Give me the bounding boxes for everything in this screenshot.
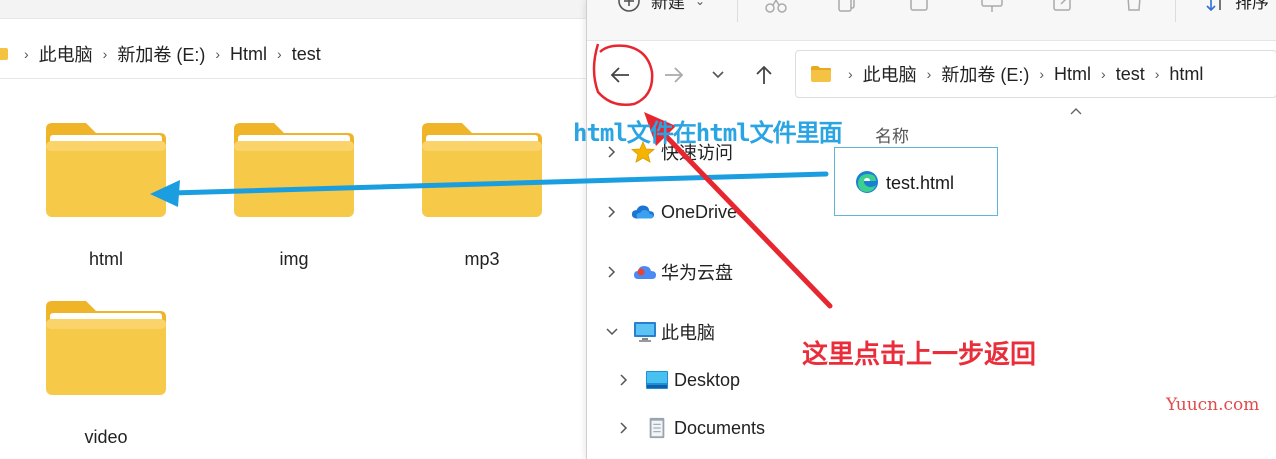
folder-img[interactable]: img	[219, 119, 369, 279]
monitor-icon	[634, 322, 656, 342]
breadcrumb-html-root[interactable]: Html	[1054, 64, 1091, 85]
add-circle-icon	[618, 0, 640, 12]
chevron-right-icon: ›	[102, 46, 108, 62]
cloud-icon	[631, 205, 655, 219]
chevron-down-icon: ⌄	[695, 0, 706, 8]
left-explorer-window: › 此电脑 › 新加卷 (E:) › Html › test html img …	[0, 0, 590, 459]
chevron-right-icon: ›	[215, 46, 221, 62]
file-name: test.html	[886, 173, 955, 193]
navigation-row: › 此电脑 › 新加卷 (E:) › Html › test › html	[587, 48, 1276, 102]
arrow-up-icon	[756, 65, 772, 84]
new-button[interactable]: 新建 ⌄	[617, 0, 705, 13]
toolbar-divider	[737, 0, 738, 22]
up-button[interactable]	[747, 58, 781, 92]
nav-this-pc[interactable]: 此电脑	[587, 312, 825, 352]
left-folder-view: html img mp3 video	[0, 79, 590, 459]
paste-icon[interactable]	[909, 0, 929, 14]
folder-icon	[0, 48, 8, 60]
blue-annotation-text: html文件在html文件里面	[573, 119, 843, 147]
sort-button[interactable]: 排序	[1205, 0, 1269, 13]
nav-documents[interactable]: Documents	[587, 408, 825, 448]
breadcrumb-this-pc[interactable]: 此电脑	[863, 61, 917, 87]
delete-icon[interactable]	[1125, 0, 1143, 14]
nav-desktop[interactable]: Desktop	[587, 360, 825, 400]
folder-icon	[46, 301, 166, 395]
folder-icon	[422, 123, 542, 217]
arrow-right-icon	[665, 67, 684, 83]
chevron-right-icon: ›	[1039, 66, 1045, 82]
left-address-bar[interactable]: › 此电脑 › 新加卷 (E:) › Html › test	[0, 30, 590, 79]
folder-icon	[811, 66, 831, 82]
nav-huawei-cloud[interactable]: 华为云盘	[587, 252, 825, 292]
command-bar: 新建 ⌄ 排序	[587, 0, 1276, 41]
nav-onedrive[interactable]: OneDrive	[587, 192, 825, 232]
folder-label: video	[84, 427, 128, 447]
cut-icon[interactable]	[765, 0, 787, 14]
watermark-text: Yuucn.com	[1166, 395, 1260, 415]
folder-icon	[234, 123, 354, 217]
chevron-down-icon	[606, 328, 618, 336]
chevron-right-icon: ›	[926, 66, 932, 82]
back-button[interactable]	[603, 58, 637, 92]
navigation-pane: 快速访问 OneDrive 华为云盘 此电脑 Desktop Documents	[587, 120, 825, 459]
breadcrumb-this-pc[interactable]: 此电脑	[39, 41, 93, 67]
chevron-right-icon: ›	[1101, 66, 1106, 82]
chevron-right-icon	[608, 206, 616, 218]
breadcrumb-drive-e[interactable]: 新加卷 (E:)	[117, 41, 205, 67]
breadcrumb-test[interactable]: test	[292, 44, 321, 65]
nav-label: 华为云盘	[661, 263, 733, 283]
copy-icon[interactable]	[837, 0, 857, 14]
nav-label: 此电脑	[661, 323, 715, 343]
sort-button-label: 排序	[1235, 0, 1269, 12]
chevron-right-icon	[620, 374, 628, 386]
nav-label: OneDrive	[661, 201, 738, 222]
new-button-label: 新建	[651, 0, 685, 12]
right-explorer-window: 新建 ⌄ 排序 › 此电脑 › 新加卷 (E:) › Html › test ›…	[586, 0, 1276, 459]
cloud-icon	[634, 266, 656, 279]
breadcrumb-html[interactable]: Html	[230, 44, 267, 65]
recent-locations-button[interactable]	[701, 58, 735, 92]
sort-arrows-icon	[1206, 0, 1221, 11]
column-header-name[interactable]: 名称	[875, 122, 909, 147]
edge-icon	[856, 171, 878, 193]
folder-label: img	[279, 249, 309, 269]
share-icon[interactable]	[1053, 0, 1075, 14]
breadcrumb-drive-e[interactable]: 新加卷 (E:)	[941, 61, 1029, 87]
folder-label: html	[88, 249, 123, 269]
rename-icon[interactable]	[981, 0, 1005, 14]
breadcrumb-html[interactable]: html	[1169, 64, 1203, 85]
desktop-icon	[646, 371, 668, 389]
address-bar[interactable]: › 此电脑 › 新加卷 (E:) › Html › test › html	[795, 50, 1276, 98]
nav-label: Documents	[674, 417, 766, 438]
folder-icon	[46, 123, 166, 217]
left-window-title-strip	[0, 0, 590, 19]
folder-mp3[interactable]: mp3	[407, 119, 557, 279]
chevron-right-icon	[620, 422, 628, 434]
folder-html[interactable]: html	[31, 119, 181, 279]
chevron-right-icon	[608, 266, 616, 278]
chevron-down-icon	[712, 71, 724, 79]
arrow-left-icon	[610, 67, 629, 83]
chevron-right-icon: ›	[277, 46, 282, 62]
document-icon	[649, 417, 665, 439]
toolbar-divider	[1175, 0, 1176, 22]
folder-label: mp3	[464, 249, 500, 269]
red-annotation-text: 这里点击上一步返回	[802, 339, 1037, 369]
sort-ascending-icon	[1070, 108, 1082, 115]
breadcrumb-test[interactable]: test	[1116, 64, 1145, 85]
nav-label: Desktop	[674, 369, 741, 390]
forward-button[interactable]	[657, 58, 691, 92]
chevron-right-icon: ›	[1154, 66, 1160, 82]
chevron-right-icon: ›	[848, 66, 853, 82]
folder-video[interactable]: video	[31, 297, 181, 457]
chevron-right-icon: ›	[24, 46, 29, 62]
file-test-html[interactable]: test.html	[834, 147, 998, 216]
